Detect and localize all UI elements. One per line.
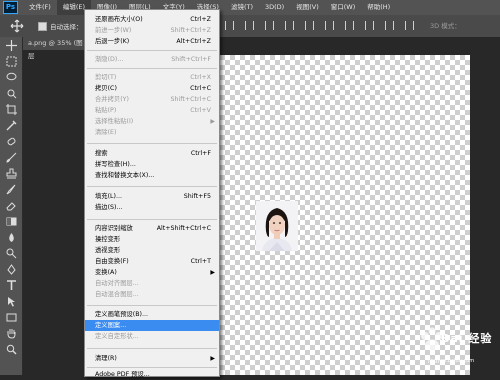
menu-item-clear[interactable]: 清除(E)	[85, 127, 219, 138]
3d-mode-label: 3D 模式：	[430, 22, 461, 30]
menu-item-paste[interactable]: 粘贴(P) Ctrl+V	[85, 105, 219, 116]
align-icon[interactable]	[225, 21, 234, 30]
menu-item-define-custom-shape[interactable]: 定义自定形状...	[85, 331, 219, 342]
align-icon[interactable]	[345, 21, 354, 30]
menu-item-free-transform[interactable]: 自由变换(F) Ctrl+T	[85, 256, 219, 267]
quick-select-icon[interactable]	[0, 85, 22, 101]
menu-item-auto-align-layers[interactable]: 自动对齐图层...	[85, 278, 219, 289]
menu-item-copy[interactable]: 拷贝(C) Ctrl+C	[85, 83, 219, 94]
options-bar: 自动选择： 3D 模式：	[0, 15, 500, 38]
menu-item-purge[interactable]: 清理(R) ▶	[85, 353, 219, 364]
menu-item-fill[interactable]: 填充(L)... Shift+F5	[85, 191, 219, 202]
menu-separator	[87, 305, 217, 306]
menu-item-fade[interactable]: 渐隐(D)... Shift+Ctrl+F	[85, 54, 219, 65]
menu-item-define-pattern[interactable]: 定义图案...	[85, 320, 219, 331]
align-icon[interactable]	[245, 21, 254, 30]
blur-icon[interactable]	[0, 229, 22, 245]
photoshop-logo: Ps	[3, 1, 18, 14]
watermark-text: Bai 经验	[441, 332, 493, 345]
menu-item-find-replace[interactable]: 查找和替换文本(X)...	[85, 170, 219, 181]
history-brush-icon[interactable]	[0, 181, 22, 197]
menu-filter[interactable]: 滤镜(T)	[225, 0, 259, 15]
menu-item-transform[interactable]: 变换(A) ▶	[85, 267, 219, 278]
edit-menu-dropdown: 还原画布大小(O) Ctrl+Z 前进一步(W) Shift+Ctrl+Z 后退一步…	[84, 9, 220, 378]
eraser-icon[interactable]	[0, 197, 22, 213]
eyedropper-icon[interactable]	[0, 117, 22, 133]
menu-item-step-backward[interactable]: 后退一步(K) Alt+Ctrl+Z	[85, 36, 219, 47]
menu-separator	[87, 50, 217, 51]
menu-item-perspective-warp[interactable]: 透视变形	[85, 245, 219, 256]
auto-select-checkbox[interactable]	[38, 21, 47, 31]
menu-item-search[interactable]: 搜索 Ctrl+F	[85, 148, 219, 159]
menu-item-step-forward[interactable]: 前进一步(W) Shift+Ctrl+Z	[85, 25, 219, 36]
align-icon[interactable]	[325, 21, 334, 30]
menu-separator	[87, 367, 217, 368]
align-icon[interactable]	[405, 21, 414, 30]
menu-item-define-brush-preset[interactable]: 定义画笔预设(B)...	[85, 309, 219, 320]
menu-item-stroke[interactable]: 描边(S)...	[85, 202, 219, 213]
menu-bar: Ps 文件(F) 编辑(E) 图像(I) 图层(L) 文字(Y) 选择(S) 滤…	[0, 0, 500, 15]
menu-separator	[87, 348, 217, 349]
menu-item-content-aware-scale[interactable]: 内容识别缩放 Alt+Shift+Ctrl+C	[85, 223, 219, 234]
menu-item-spell-check[interactable]: 拼写检查(H)...	[85, 159, 219, 170]
auto-select-label: 自动选择：	[50, 23, 83, 31]
menu-separator	[87, 219, 217, 220]
menu-separator	[87, 186, 217, 187]
watermark-url: jingyan.baidu.com	[428, 358, 475, 364]
document-tab[interactable]: a.png @ 35% (图层	[23, 37, 89, 60]
menu-item-undo[interactable]: 还原画布大小(O) Ctrl+Z	[85, 14, 219, 25]
marquee-icon[interactable]	[0, 53, 22, 69]
portrait-photo	[256, 201, 298, 251]
align-icon[interactable]	[285, 21, 294, 30]
menu-item-paste-special[interactable]: 选择性粘贴(I) ▶	[85, 116, 219, 127]
brush-icon[interactable]	[0, 149, 22, 165]
tools-panel	[0, 37, 23, 375]
move-icon[interactable]	[0, 37, 22, 53]
menu-window[interactable]: 窗口(W)	[325, 0, 362, 15]
move-tool-icon[interactable]	[10, 19, 24, 33]
menu-item-puppet-warp[interactable]: 操控变形	[85, 234, 219, 245]
clone-stamp-icon[interactable]	[0, 165, 22, 181]
menu-item-cut[interactable]: 剪切(T) Ctrl+X	[85, 72, 219, 83]
path-select-icon[interactable]	[0, 293, 22, 309]
menu-view[interactable]: 视图(V)	[290, 0, 325, 15]
type-icon[interactable]	[0, 277, 22, 293]
submenu-arrow-icon: ▶	[210, 269, 215, 276]
lasso-icon[interactable]	[0, 69, 22, 85]
submenu-arrow-icon: ▶	[210, 118, 215, 125]
crop-icon[interactable]	[0, 101, 22, 117]
pen-icon[interactable]	[0, 261, 22, 277]
menu-item-copy-merged[interactable]: 合并拷贝(Y) Shift+Ctrl+C	[85, 94, 219, 105]
menu-separator	[87, 68, 217, 69]
align-buttons	[225, 21, 414, 30]
hand-icon[interactable]	[0, 325, 22, 341]
align-icon[interactable]	[265, 21, 274, 30]
align-icon[interactable]	[365, 21, 374, 30]
dodge-icon[interactable]	[0, 245, 22, 261]
zoom-icon[interactable]	[0, 341, 22, 357]
healing-brush-icon[interactable]	[0, 133, 22, 149]
align-icon[interactable]	[305, 21, 314, 30]
menu-3d[interactable]: 3D(D)	[259, 0, 290, 15]
align-icon[interactable]	[385, 21, 394, 30]
menu-separator	[87, 143, 217, 144]
menu-file[interactable]: 文件(F)	[23, 0, 57, 15]
gradient-icon[interactable]	[0, 213, 22, 229]
rectangle-icon[interactable]	[0, 309, 22, 325]
menu-help[interactable]: 帮助(H)	[361, 0, 396, 15]
submenu-arrow-icon: ▶	[210, 355, 215, 362]
menu-item-auto-blend-layers[interactable]: 自动混合图层...	[85, 289, 219, 300]
